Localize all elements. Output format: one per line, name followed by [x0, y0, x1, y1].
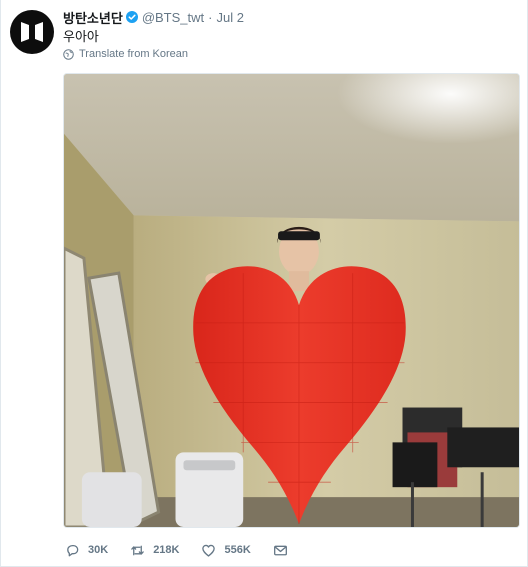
- reply-icon: [67, 544, 79, 556]
- translate-link[interactable]: Translate from Korean: [63, 48, 188, 60]
- author-name[interactable]: 방탄소년단: [63, 8, 123, 27]
- separator-dot: ·: [208, 9, 213, 25]
- tweet-photo[interactable]: [63, 73, 520, 528]
- reply-button[interactable]: 30K: [65, 543, 108, 558]
- direct-message-button[interactable]: [273, 543, 288, 558]
- tweet-actions: 30K 218K 556K: [65, 541, 310, 559]
- tweet-header: 방탄소년단 @BTS_twt · Jul 2: [63, 8, 244, 27]
- bts-logo-icon: [21, 22, 43, 42]
- tweet-date[interactable]: Jul 2: [216, 10, 243, 25]
- author-handle[interactable]: @BTS_twt: [142, 10, 204, 25]
- reply-count: 30K: [88, 544, 109, 556]
- photo-content: [64, 74, 519, 527]
- translate-label: Translate from Korean: [79, 48, 189, 60]
- retweet-icon: [131, 545, 144, 555]
- retweet-count: 218K: [153, 544, 180, 556]
- heart-icon: [202, 544, 216, 557]
- avatar[interactable]: [10, 10, 54, 54]
- like-count: 556K: [224, 544, 251, 556]
- retweet-button[interactable]: 218K: [130, 543, 179, 558]
- like-button[interactable]: 556K: [201, 543, 251, 558]
- envelope-icon: [273, 545, 287, 555]
- tweet-card[interactable]: 방탄소년단 @BTS_twt · Jul 2 우아아 Translate fro…: [0, 0, 528, 567]
- globe-icon: [63, 48, 74, 60]
- verified-badge-icon: [125, 11, 138, 23]
- tweet-text: 우아아: [63, 29, 99, 44]
